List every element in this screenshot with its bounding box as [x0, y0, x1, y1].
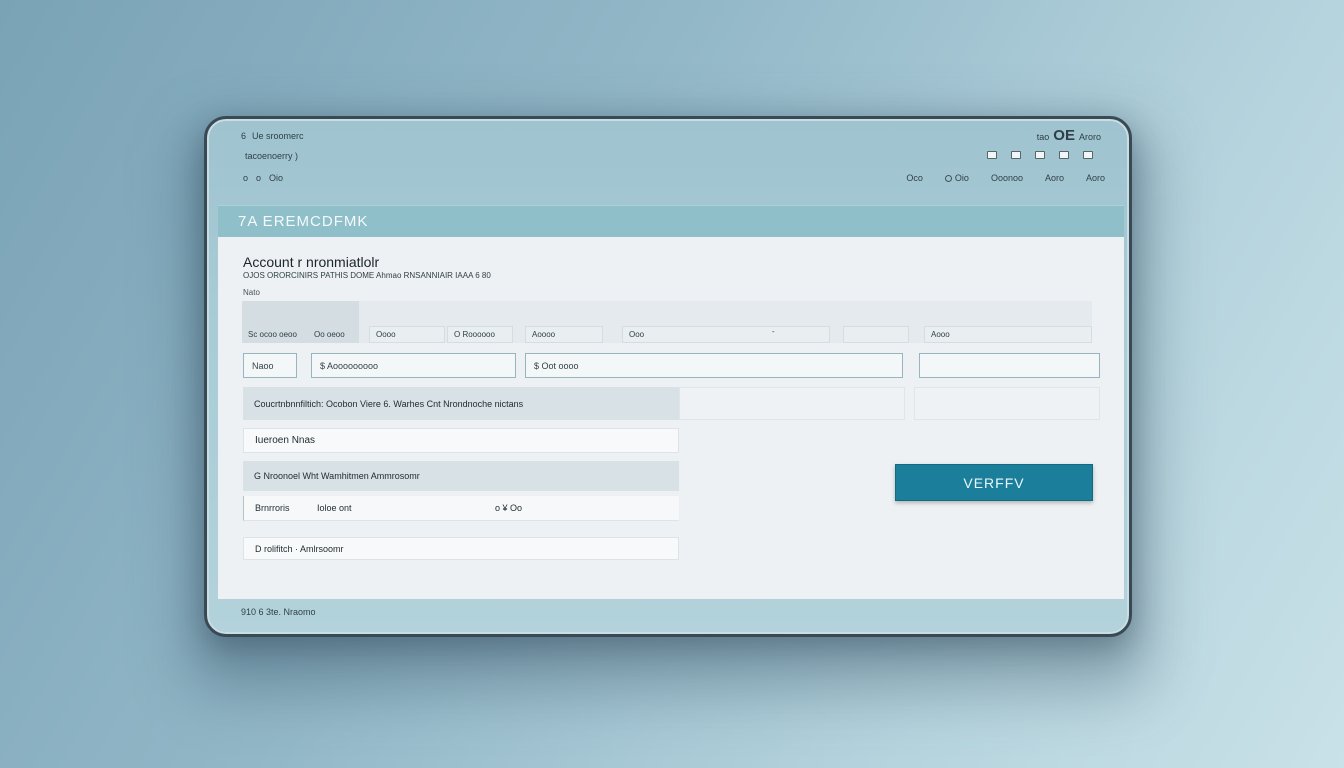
top-bar-brand-right: tao OE Aroro: [1037, 127, 1101, 144]
detail-row-right: o ¥ Oo: [495, 503, 523, 513]
section-label: Nato: [243, 288, 260, 297]
menu-item-5[interactable]: Aoro: [1086, 173, 1105, 183]
top-bar-account: tacoenoerry ): [245, 151, 299, 161]
nav-link[interactable]: Oio: [269, 173, 283, 183]
top-bar-title-row: 6 Ue sroomerc: [241, 131, 304, 141]
nav-icon-1[interactable]: o: [243, 173, 248, 183]
nav-icon-2[interactable]: o: [256, 173, 261, 183]
amount-input[interactable]: $ Aooooooooo: [311, 353, 516, 378]
control-icon-5[interactable]: [1083, 151, 1093, 159]
tab-1[interactable]: Sc ocoo oeoo: [242, 326, 300, 343]
info-header-extension: [679, 387, 905, 420]
tab-2[interactable]: Oo oeoo: [308, 326, 356, 343]
menu-item-2-label: Oio: [954, 173, 969, 183]
control-icon-3[interactable]: [1035, 151, 1045, 159]
brand-bar: 7A EREMCDFMK: [218, 205, 1124, 237]
menu-item-3[interactable]: Ooonoo: [991, 173, 1023, 183]
tab-5[interactable]: Aoooo: [525, 326, 603, 343]
section-row: G Nroonoel Wht Wamhitmen Ammrosomr: [243, 461, 679, 491]
extra-input[interactable]: [919, 353, 1100, 378]
account-panel: Account r nronmiatlolr OJOS ORORCINIRS P…: [218, 237, 1124, 599]
detail-input[interactable]: $ Oot oooo: [525, 353, 903, 378]
tab-6[interactable]: Ooo: [622, 326, 830, 343]
page-title: Account r nronmiatlolr: [243, 254, 380, 270]
globe-icon: [944, 174, 952, 182]
detail-row[interactable]: Brnrroris Ioloe ont o ¥ Oo: [243, 496, 679, 521]
control-icon-4[interactable]: [1059, 151, 1069, 159]
top-bar: 6 Ue sroomerc tacoenoerry ) o o Oio tao …: [207, 119, 1129, 205]
footer-row[interactable]: D rolifitch · Amlrsoomr: [243, 537, 679, 560]
page-subtitle: OJOS ORORCINIRS PATHIS DOME Ahmao RNSANN…: [243, 271, 491, 280]
info-header-row: Coucrtnbnnfiltich: Ocobon Viere 6. Warhe…: [243, 387, 679, 420]
menu-item-2[interactable]: Oio: [944, 173, 969, 183]
menu-item-4[interactable]: Aoro: [1045, 173, 1064, 183]
top-bar-nav: o o Oio: [243, 173, 283, 183]
menu-item-1[interactable]: Oco: [906, 173, 923, 183]
brand-logo: OE: [1053, 127, 1075, 144]
tab-separator: -: [772, 327, 775, 336]
tab-strip: Sc ocoo oeoo Oo oeoo Oooo O Roooooo Aooo…: [242, 301, 1092, 343]
tab-4[interactable]: O Roooooo: [447, 326, 513, 343]
detail-row-value: Ioloe ont: [317, 503, 352, 513]
brand-prefix: tao: [1036, 132, 1050, 142]
verify-button[interactable]: VERFFV: [895, 464, 1093, 501]
window-controls: [987, 151, 1093, 159]
detail-row-label: Brnrroris: [255, 503, 290, 513]
app-icon: 6: [241, 131, 247, 141]
control-icon-1[interactable]: [987, 151, 997, 159]
info-side-box: [914, 387, 1100, 420]
device-frame: 6 Ue sroomerc tacoenoerry ) o o Oio tao …: [204, 116, 1132, 637]
brand-suffix: Aroro: [1078, 132, 1101, 142]
name-field[interactable]: Naoo: [243, 353, 297, 378]
control-icon-2[interactable]: [1011, 151, 1021, 159]
top-bar-menu: Oco Oio Ooonoo Aoro Aoro: [906, 173, 1105, 183]
tab-3[interactable]: Oooo: [369, 326, 445, 343]
name-row[interactable]: Iueroen Nnas: [243, 428, 679, 453]
status-bar: 910 6 3te. Nraomo: [241, 607, 316, 617]
app-title: Ue sroomerc: [252, 131, 304, 141]
brand-title: 7A EREMCDFMK: [238, 213, 369, 230]
tab-7[interactable]: [843, 326, 909, 343]
tab-8[interactable]: Aooo: [924, 326, 1092, 343]
